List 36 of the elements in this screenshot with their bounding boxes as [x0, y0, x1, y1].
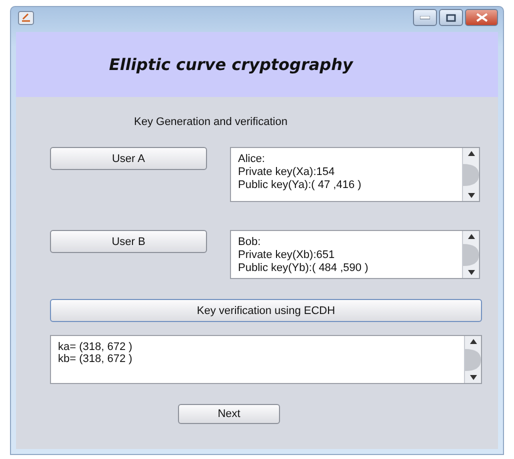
user-button[interactable]: User A [50, 147, 207, 170]
close-button[interactable] [465, 9, 498, 26]
down-arrow-icon[interactable] [468, 193, 474, 198]
output-line: Public key(Ya):( 47 ,416 ) [238, 179, 362, 192]
next-button[interactable]: Next [178, 404, 280, 424]
down-arrow-icon[interactable] [468, 270, 474, 275]
user-button[interactable]: User B [50, 230, 207, 253]
up-arrow-icon[interactable] [470, 339, 476, 344]
output-text-area[interactable]: Bob: Private key(Xb):651 Public key(Yb):( 484 ,590 ) [230, 230, 480, 279]
section-heading: Key Generation and verification [134, 115, 288, 129]
output-line: Alice: [238, 153, 265, 166]
minimize-button[interactable] [413, 9, 437, 26]
minimize-icon [420, 16, 430, 20]
banner-title: Elliptic curve cryptography [109, 55, 353, 74]
output-line: kb= (318, 672 ) [58, 353, 132, 365]
up-arrow-icon[interactable] [468, 151, 474, 156]
maximize-icon [446, 14, 456, 22]
scroll-thumb[interactable] [465, 348, 481, 370]
scrollbar[interactable] [462, 231, 479, 278]
up-arrow-icon[interactable] [468, 234, 474, 239]
scrollbar[interactable] [462, 148, 479, 201]
verify-button[interactable]: Key verification using ECDH [50, 299, 482, 322]
scroll-thumb[interactable] [463, 164, 479, 186]
output-line: Bob: [238, 236, 261, 249]
output-line: Private key(Xb):651 [238, 249, 335, 262]
output-text-area[interactable]: Alice: Private key(Xa):154 Public key(Ya):( 47 ,416 ) [230, 147, 480, 202]
scroll-thumb[interactable] [463, 244, 479, 266]
output-line: Private key(Xa):154 [238, 166, 335, 179]
maximize-button[interactable] [439, 9, 463, 26]
scrollbar[interactable] [464, 336, 481, 383]
output-line: Public key(Yb):( 484 ,590 ) [238, 262, 368, 275]
output-text-area[interactable]: ka= (318, 672 ) kb= (318, 672 ) [50, 335, 482, 384]
app-icon [18, 10, 34, 24]
close-icon [476, 13, 488, 22]
down-arrow-icon[interactable] [470, 375, 476, 380]
output-line: ka= (318, 672 ) [58, 341, 132, 353]
